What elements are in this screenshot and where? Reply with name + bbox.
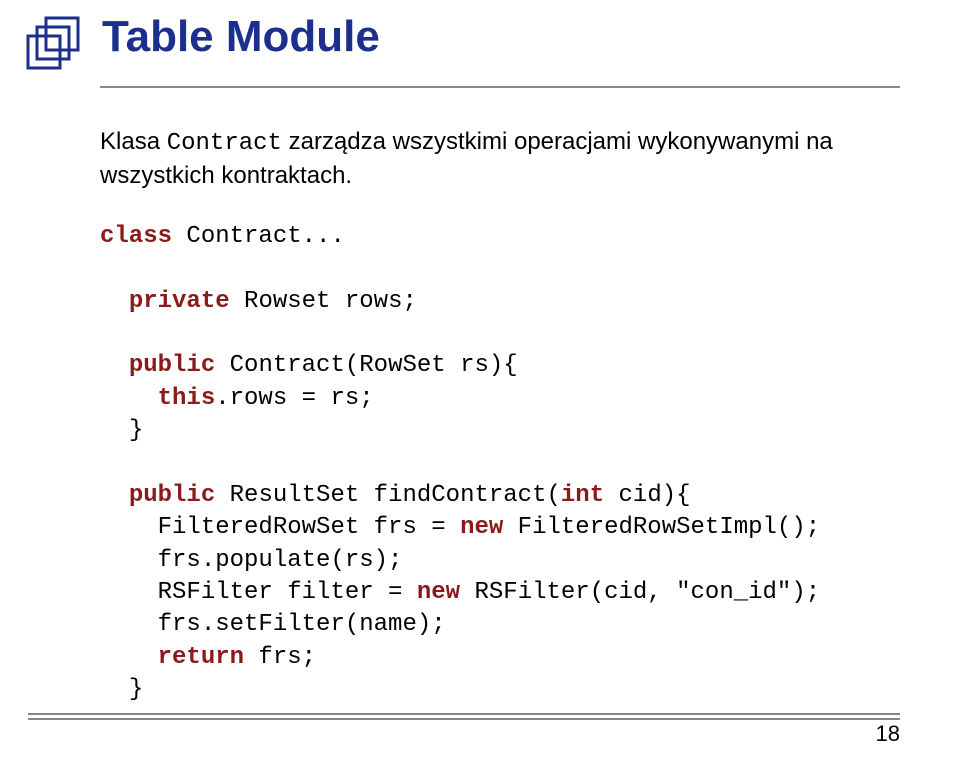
return-rest: frs; (244, 644, 316, 671)
close1: } (129, 417, 143, 444)
close2: } (129, 676, 143, 703)
content-area: Klasa Contract zarządza wszystkimi opera… (0, 88, 960, 707)
class-name: Contract... (172, 223, 345, 250)
kw-private: private (129, 288, 230, 315)
kw-this: this (158, 385, 216, 412)
kw-new1: new (460, 514, 503, 541)
this-rest: .rows = rs; (215, 385, 373, 412)
desc-mono: Contract (167, 130, 282, 157)
kw-return: return (158, 644, 244, 671)
footer-line-2 (28, 718, 900, 720)
page-title: Table Module (102, 12, 380, 62)
public1-rest: Contract(RowSet rs){ (215, 352, 517, 379)
desc-prefix: Klasa (100, 128, 167, 155)
footer-lines (28, 713, 900, 723)
kw-public2: public (129, 482, 215, 509)
kw-public1: public (129, 352, 215, 379)
line-populate: frs.populate(rs); (100, 547, 402, 574)
indent-return (100, 644, 158, 671)
line-frs1: FilteredRowSet frs = (100, 514, 460, 541)
kw-int: int (561, 482, 604, 509)
private-rest: Rowset rows; (230, 288, 417, 315)
line-frs1-rest: FilteredRowSetImpl(); (503, 514, 820, 541)
line-filter1: RSFilter filter = (100, 579, 417, 606)
logo-icon (24, 14, 84, 74)
line-filter1-rest: RSFilter(cid, "con_id"); (460, 579, 820, 606)
slide: Table Module Klasa Contract zarządza wsz… (0, 0, 960, 759)
kw-class: class (100, 223, 172, 250)
footer-line-1 (28, 713, 900, 715)
header: Table Module (0, 0, 960, 74)
description-text: Klasa Contract zarządza wszystkimi opera… (100, 126, 890, 193)
page-number: 18 (876, 721, 900, 747)
public2-rest: ResultSet findContract( (215, 482, 561, 509)
public2-rest2: cid){ (604, 482, 690, 509)
kw-new2: new (417, 579, 460, 606)
line-setfilter: frs.setFilter(name); (100, 611, 446, 638)
code-block: class Contract... private Rowset rows; p… (100, 221, 890, 707)
